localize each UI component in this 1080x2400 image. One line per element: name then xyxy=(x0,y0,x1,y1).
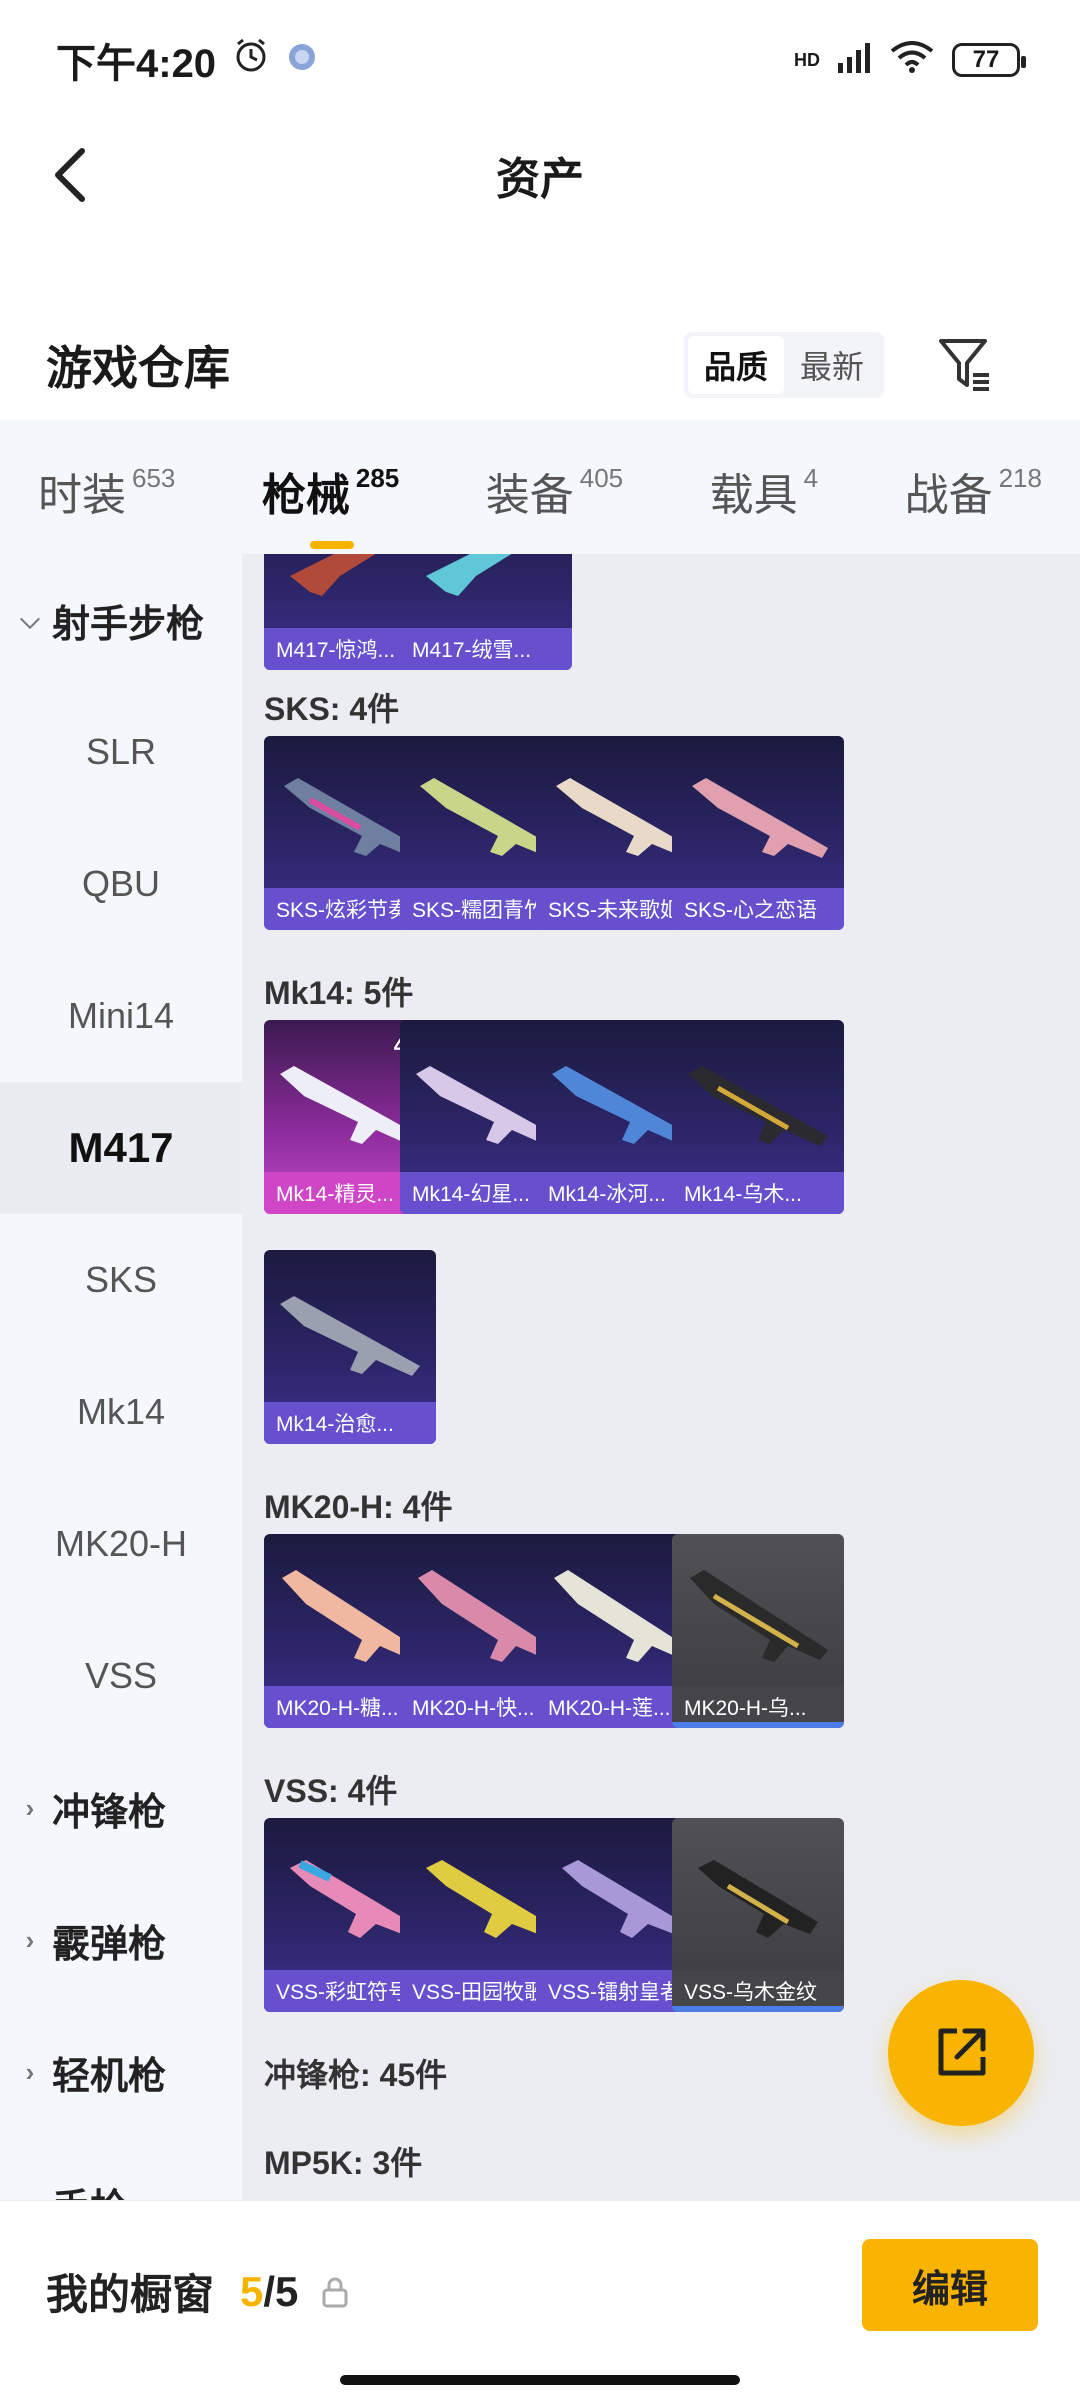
skin-name: Mk14-治愈... xyxy=(264,1402,436,1444)
group-header-mk20h: MK20-H: 4件 xyxy=(264,1489,453,1525)
sidebar-group-pistol[interactable]: › 手枪 xyxy=(0,2138,242,2201)
rifle-icon xyxy=(688,1066,828,1146)
category-tabs: 时装 653 枪械 285 装备 405 载具 4 战备 218 xyxy=(0,420,1080,554)
tab-fashion[interactable]: 时装 653 xyxy=(38,451,175,523)
skin-card-m417-2[interactable]: M417-绒雪... xyxy=(400,554,572,670)
active-tab-indicator xyxy=(309,541,354,549)
sidebar-item-label: 冲锋枪 xyxy=(52,1791,167,1834)
tab-label: 时装 xyxy=(38,471,126,520)
sidebar-item-vss[interactable]: VSS xyxy=(0,1610,242,1742)
tab-combat-gear[interactable]: 战备 218 xyxy=(905,451,1042,523)
rifle-icon xyxy=(698,1860,818,1938)
chevron-down-icon: ⌵ xyxy=(20,604,40,634)
showcase-bar: 我的橱窗 5 / 5 编辑 xyxy=(0,2200,1080,2400)
skin-card[interactable]: SKS-心之恋语 xyxy=(672,736,844,930)
tab-equipment[interactable]: 装备 405 xyxy=(486,451,623,523)
edit-button[interactable]: 编辑 xyxy=(862,2239,1038,2331)
group-header-sks: SKS: 4件 xyxy=(264,691,400,727)
sidebar-item-mk20h[interactable]: MK20-H xyxy=(0,1478,242,1610)
wifi-icon xyxy=(890,38,934,83)
card-accent xyxy=(672,2006,844,2012)
showcase-count-max: 5 xyxy=(275,2267,299,2315)
tab-count: 285 xyxy=(355,463,400,493)
sidebar-item-label: 霰弹枪 xyxy=(52,1923,167,1966)
app-bar: 资产 xyxy=(0,120,1080,230)
tab-count: 4 xyxy=(803,463,819,493)
network-type: HD xyxy=(794,49,820,70)
showcase-label: 我的橱窗 xyxy=(46,2271,215,2318)
group-header-mp5k: MP5K: 3件 xyxy=(264,2145,423,2181)
sidebar-item-sks[interactable]: SKS xyxy=(0,1214,242,1346)
tab-firearms[interactable]: 枪械 285 xyxy=(261,451,400,549)
rifle-icon xyxy=(280,1296,420,1376)
showcase-info: 我的橱窗 5 / 5 xyxy=(46,2261,350,2322)
sidebar-group-smg[interactable]: › 冲锋枪 xyxy=(0,1742,242,1874)
sidebar-group-shotgun[interactable]: › 霰弹枪 xyxy=(0,1874,242,2006)
page-title: 资产 xyxy=(496,155,584,204)
sidebar-item-label: 手枪 xyxy=(52,2177,128,2201)
showcase-count-current: 5 xyxy=(240,2267,264,2315)
weapon-skin-grid: M417-惊鸿... M417-绒雪... SKS: 4件 SKS-炫彩节奏 S… xyxy=(242,554,1080,2200)
tab-count: 653 xyxy=(132,463,176,493)
skin-name: SKS-心之恋语 xyxy=(672,888,844,930)
tab-label: 战备 xyxy=(904,471,993,520)
battery-indicator: 77 xyxy=(952,43,1026,77)
share-external-icon xyxy=(938,2028,986,2076)
skin-card[interactable]: VSS-乌木金纹 xyxy=(672,1818,844,2012)
status-time: 下午4:20 xyxy=(56,42,217,86)
status-left: 下午4:20 xyxy=(56,31,318,89)
sidebar-group-lmg[interactable]: › 轻机枪 xyxy=(0,2006,242,2138)
warehouse-title: 游戏仓库 xyxy=(46,342,230,394)
home-indicator[interactable] xyxy=(340,2375,740,2385)
rifle-icon xyxy=(692,778,828,858)
sidebar-item-slr[interactable]: SLR xyxy=(0,686,242,818)
warehouse-header: 游戏仓库 品质 最新 xyxy=(0,310,1080,420)
showcase-count-separator: / xyxy=(263,2267,276,2315)
chevron-right-icon: › xyxy=(25,2056,35,2087)
sidebar-item-label: 射手步枪 xyxy=(52,603,205,646)
weapon-type-sidebar: ⌵ 射手步枪 SLR QBU Mini14 M417 SKS Mk14 MK20… xyxy=(0,554,242,2200)
sidebar-item-qbu[interactable]: QBU xyxy=(0,818,242,950)
group-header-mk14: Mk14: 5件 xyxy=(264,975,414,1011)
sidebar-item-mk14[interactable]: Mk14 xyxy=(0,1346,242,1478)
tab-count: 405 xyxy=(579,463,624,493)
skin-name: M417-绒雪... xyxy=(400,628,572,670)
rifle-icon xyxy=(426,554,512,596)
sidebar-item-label: 轻机枪 xyxy=(52,2055,167,2098)
chevron-right-icon: › xyxy=(25,1792,35,1823)
skin-name: Mk14-乌木... xyxy=(672,1172,844,1214)
sort-quality-button[interactable]: 品质 xyxy=(688,336,784,394)
filter-icon xyxy=(939,339,989,391)
status-bar: 下午4:20 HD 77 xyxy=(0,0,1080,120)
signal-icon xyxy=(838,38,872,83)
back-button[interactable] xyxy=(40,142,100,208)
group-header-smg: 冲锋枪: 45件 xyxy=(264,2057,448,2093)
share-button[interactable] xyxy=(888,1980,1034,2126)
sidebar-item-mini14[interactable]: Mini14 xyxy=(0,950,242,1082)
filter-button[interactable] xyxy=(934,330,996,400)
sort-newest-button[interactable]: 最新 xyxy=(784,336,880,394)
status-right: HD 77 xyxy=(794,38,1026,83)
group-header-vss: VSS: 4件 xyxy=(264,1773,398,1809)
tab-label: 装备 xyxy=(485,471,574,520)
skin-card[interactable]: Mk14-治愈... xyxy=(264,1250,436,1444)
tab-vehicles[interactable]: 载具 4 xyxy=(710,451,818,523)
skin-card[interactable]: Mk14-乌木... xyxy=(672,1020,844,1214)
sidebar-group-dmr[interactable]: ⌵ 射手步枪 xyxy=(0,554,242,686)
card-accent xyxy=(672,1722,844,1728)
chevron-right-icon: › xyxy=(18,2189,42,2201)
alarm-icon xyxy=(232,36,270,84)
tab-count: 218 xyxy=(998,463,1042,493)
tab-label: 载具 xyxy=(709,471,798,520)
tab-label: 枪械 xyxy=(261,471,350,520)
sidebar-item-m417[interactable]: M417 xyxy=(0,1082,242,1214)
sort-toggle: 品质 最新 xyxy=(684,332,884,398)
chevron-right-icon: › xyxy=(25,1924,35,1955)
chevron-left-icon xyxy=(55,148,85,202)
skin-card[interactable]: MK20-H-乌... xyxy=(672,1534,844,1728)
rifle-icon xyxy=(690,1570,828,1662)
app-notification-icon xyxy=(286,38,318,83)
lock-icon xyxy=(320,2275,350,2309)
